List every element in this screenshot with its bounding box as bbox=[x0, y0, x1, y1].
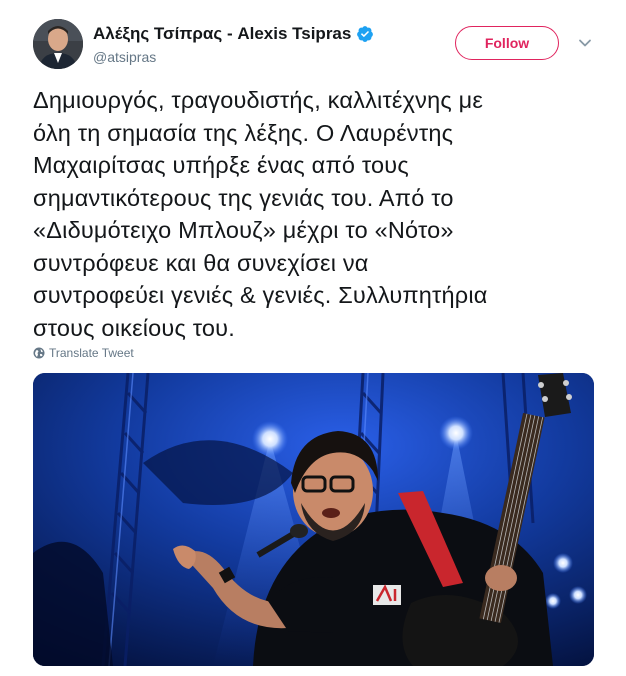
author-handle[interactable]: @atsipras bbox=[93, 49, 156, 65]
author-avatar[interactable] bbox=[33, 19, 83, 69]
chevron-down-icon[interactable] bbox=[578, 36, 592, 50]
author-display-name[interactable]: Αλέξης Τσίπρας - Alexis Tsipras bbox=[93, 24, 351, 44]
translate-tweet-link[interactable]: Translate Tweet bbox=[33, 346, 134, 360]
concert-photo bbox=[33, 373, 594, 666]
tweet-photo[interactable] bbox=[33, 373, 594, 666]
avatar-photo bbox=[33, 19, 83, 69]
follow-button[interactable]: Follow bbox=[455, 26, 559, 60]
author-name-row[interactable]: Αλέξης Τσίπρας - Alexis Tsipras bbox=[93, 24, 374, 44]
tweet-card: Αλέξης Τσίπρας - Alexis Tsipras @atsipra… bbox=[0, 0, 626, 676]
globe-icon bbox=[33, 347, 45, 359]
tweet-text: Δημιουργός, τραγουδιστής, καλλιτέχνης με… bbox=[33, 87, 488, 341]
verified-badge-icon bbox=[357, 26, 374, 42]
translate-tweet-label: Translate Tweet bbox=[49, 346, 134, 360]
